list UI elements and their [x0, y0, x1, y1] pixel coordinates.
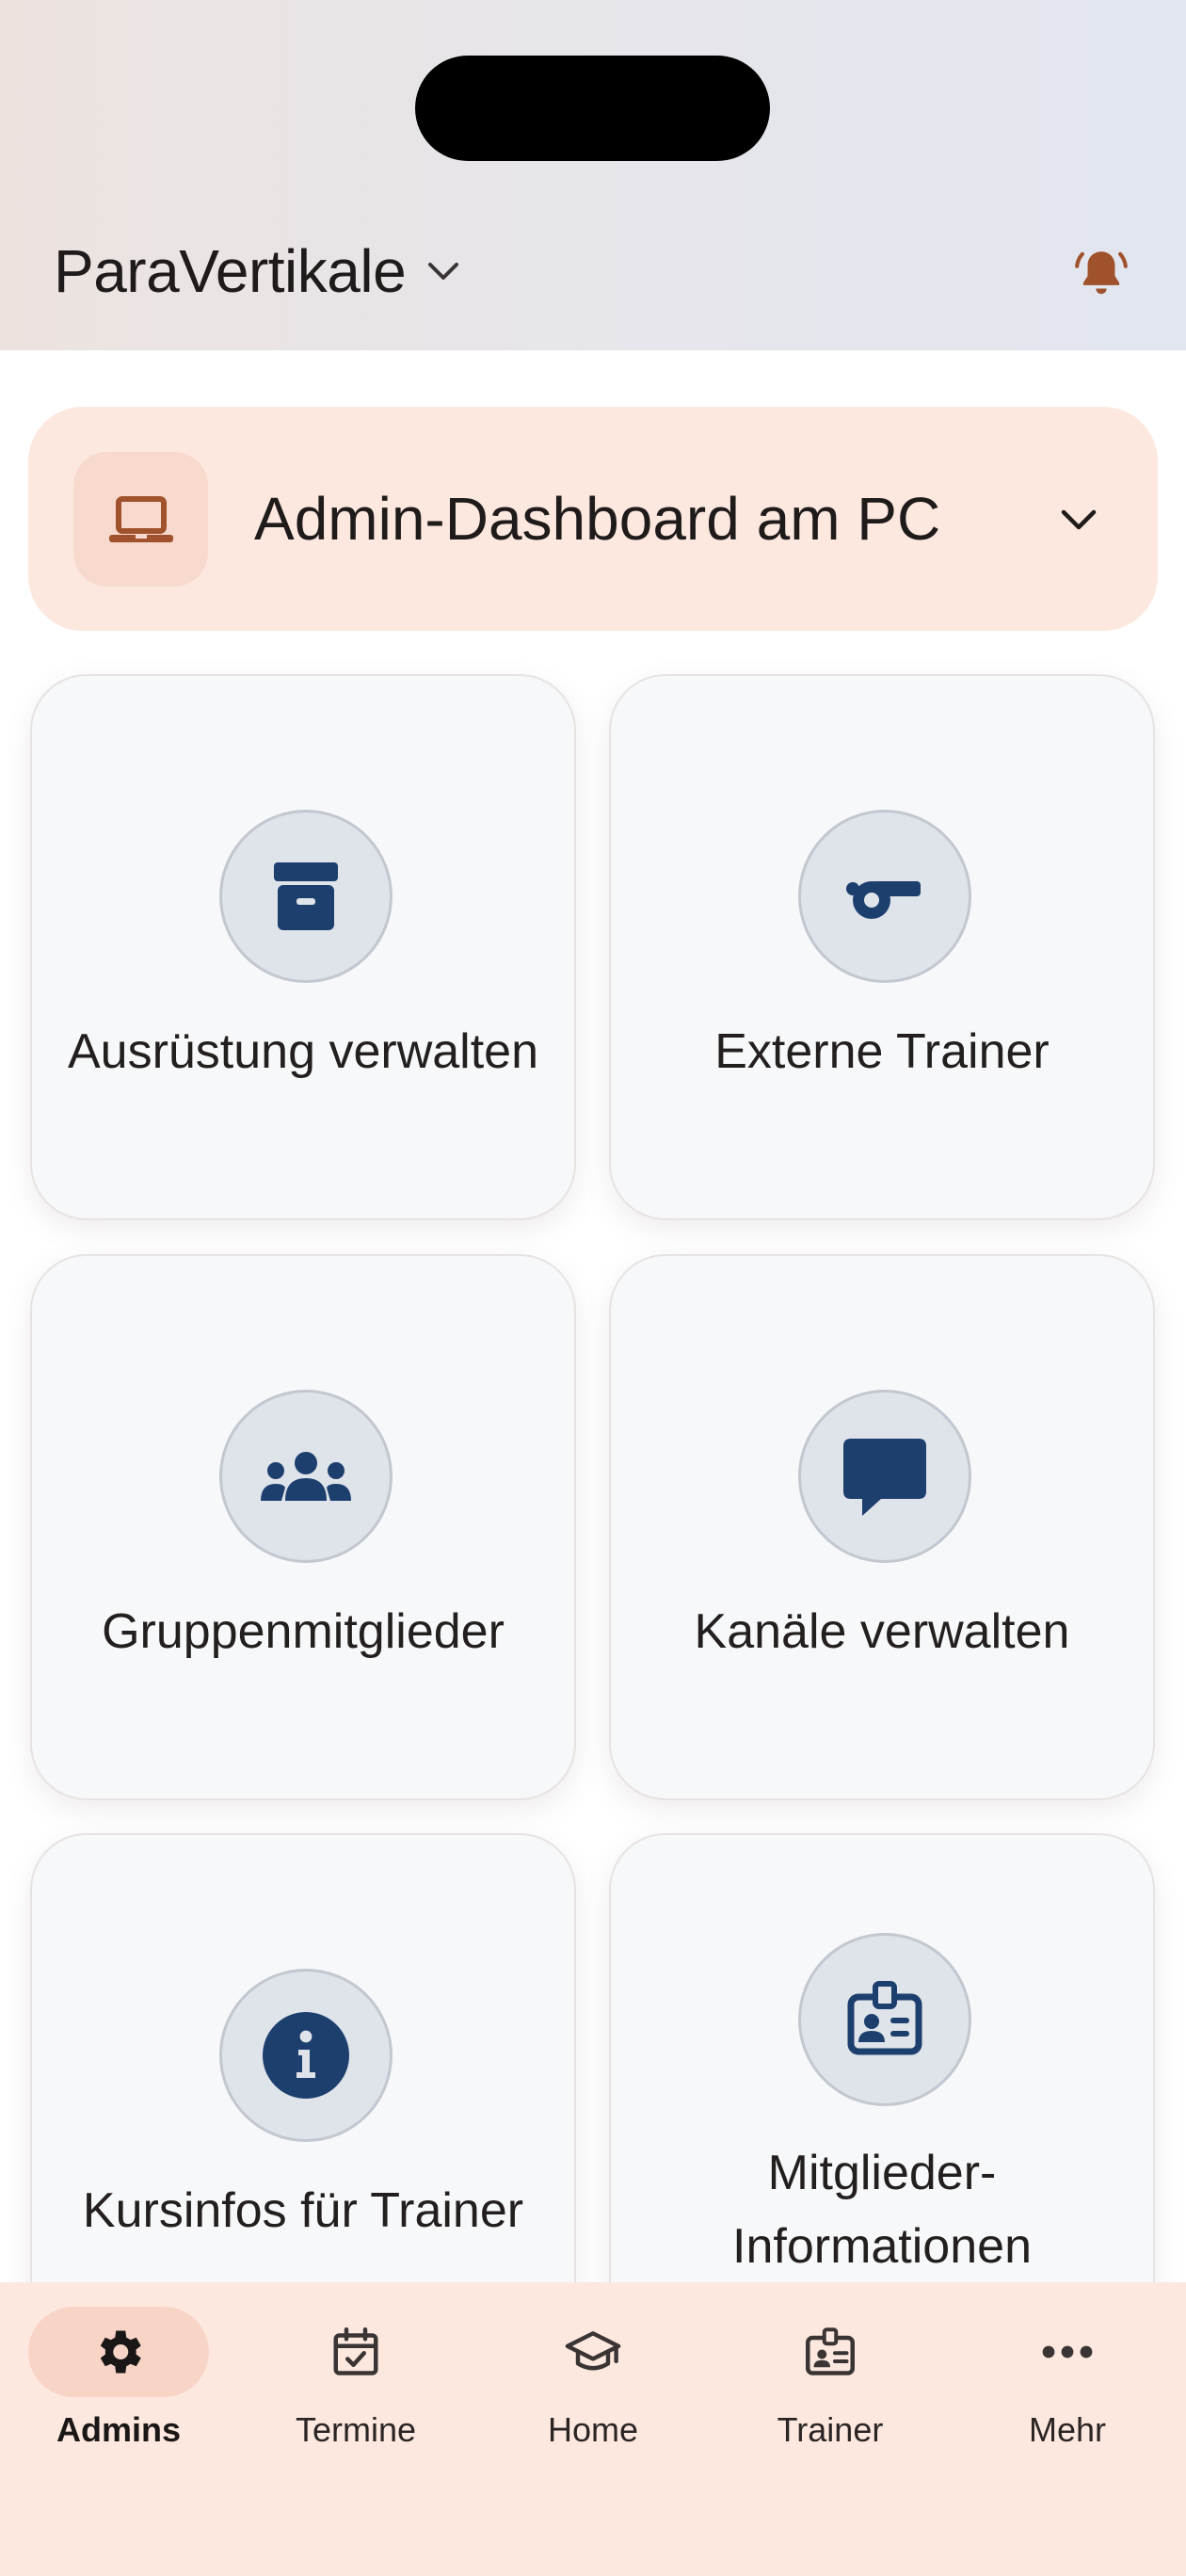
admin-dashboard-banner[interactable]: Admin-Dashboard am PC: [28, 407, 1158, 631]
gear-icon: [28, 2307, 209, 2397]
chat-bubble-icon: [798, 1390, 971, 1563]
nav-item-mehr[interactable]: Mehr: [949, 2282, 1186, 2471]
bottom-navigation: Admins Termine Home Trainer Mehr: [0, 2282, 1186, 2576]
info-icon: [219, 1969, 393, 2142]
card-externe-trainer[interactable]: Externe Trainer: [609, 674, 1155, 1220]
graduation-cap-icon: [503, 2307, 683, 2397]
app-switcher[interactable]: ParaVertikale: [54, 231, 462, 312]
card-label: Ausrüstung verwalten: [67, 1024, 539, 1079]
group-icon: [219, 1390, 393, 1563]
chevron-down-icon: [425, 252, 462, 290]
card-gruppenmitglieder[interactable]: Gruppenmitglieder: [30, 1254, 576, 1800]
card-label: Mitglieder-Informationen: [732, 2146, 1032, 2274]
id-badge-icon: [740, 2307, 921, 2397]
calendar-check-icon: [265, 2307, 446, 2397]
card-kanaele[interactable]: Kanäle verwalten: [609, 1254, 1155, 1800]
nav-item-admins[interactable]: Admins: [0, 2282, 237, 2471]
app-header: ParaVertikale: [0, 0, 1186, 350]
card-label: Kursinfos für Trainer: [82, 2183, 524, 2238]
nav-item-home[interactable]: Home: [474, 2282, 712, 2471]
nav-label: Home: [547, 2410, 639, 2449]
nav-label: Admins: [56, 2410, 181, 2449]
card-label: Kanäle verwalten: [694, 1604, 1070, 1659]
nav-label: Mehr: [1028, 2410, 1107, 2449]
archive-box-icon: [219, 810, 393, 983]
banner-title: Admin-Dashboard am PC: [254, 485, 941, 553]
app-title: ParaVertikale: [54, 237, 407, 305]
bell-icon[interactable]: [1066, 237, 1137, 309]
nav-item-trainer[interactable]: Trainer: [712, 2282, 949, 2471]
card-label: Gruppenmitglieder: [102, 1604, 505, 1659]
card-label: Externe Trainer: [714, 1024, 1050, 1079]
card-ausruestung[interactable]: Ausrüstung verwalten: [30, 674, 576, 1220]
laptop-icon: [73, 452, 208, 587]
nav-label: Trainer: [777, 2410, 884, 2449]
nav-label: Termine: [295, 2410, 417, 2449]
id-badge-icon: [798, 1933, 971, 2106]
chevron-down-icon[interactable]: [1052, 497, 1105, 542]
whistle-icon: [798, 810, 971, 983]
nav-item-termine[interactable]: Termine: [237, 2282, 474, 2471]
more-dots-icon: [977, 2307, 1158, 2397]
camera-notch: [415, 56, 770, 161]
